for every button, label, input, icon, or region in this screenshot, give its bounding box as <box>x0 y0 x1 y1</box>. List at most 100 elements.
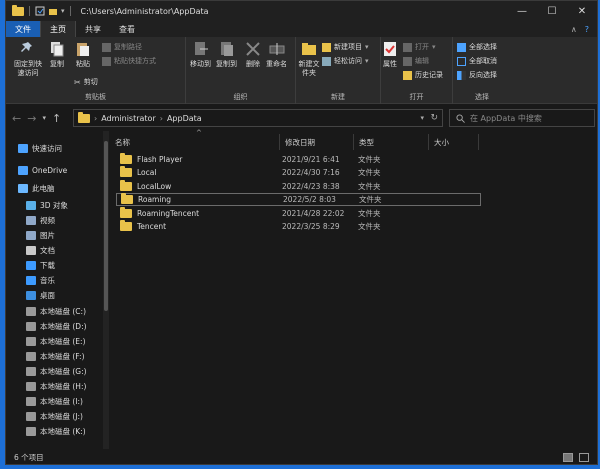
file-row[interactable]: Roaming 2022/5/2 8:03 文件夹 <box>116 193 481 207</box>
quick-access-dropdown-icon[interactable]: ▾ <box>61 7 65 15</box>
column-date[interactable]: 修改日期 <box>280 134 354 150</box>
nav-item-label: 本地磁盘 (C:) <box>40 307 86 316</box>
nav-item[interactable]: 本地磁盘 (I:) <box>26 394 83 409</box>
file-name: Roaming <box>138 195 171 205</box>
paste-shortcut-button[interactable]: 粘贴快捷方式 <box>102 56 156 66</box>
nav-item[interactable]: 本地磁盘 (F:) <box>26 349 85 364</box>
nav-item[interactable]: 本地磁盘 (K:) <box>26 424 86 439</box>
select-all-button[interactable]: 全部选择 <box>457 42 497 52</box>
tab-view[interactable]: 查看 <box>110 21 144 37</box>
file-row[interactable]: Local 2022/4/30 7:16 文件夹 <box>116 166 481 179</box>
nav-scrollbar[interactable] <box>103 131 109 449</box>
properties-quick-icon[interactable] <box>35 6 45 16</box>
paste-button[interactable]: 粘贴 <box>74 40 92 69</box>
cut-button[interactable]: ✂ 剪切 <box>74 77 98 87</box>
file-type: 文件夹 <box>358 181 381 191</box>
move-to-button[interactable]: 移动到 <box>190 40 211 69</box>
new-folder-button[interactable]: 新建文件夹 <box>296 40 322 78</box>
nav-item[interactable]: 本地磁盘 (D:) <box>26 319 87 334</box>
file-name-cell: Flash Player <box>116 153 282 164</box>
chevron-right-icon[interactable]: › <box>160 114 163 123</box>
copy-button[interactable]: 复制 <box>48 40 66 69</box>
breadcrumb-appdata[interactable]: AppData <box>167 114 202 123</box>
column-name[interactable]: 名称 <box>110 134 280 150</box>
nav-item-label: 桌面 <box>40 291 55 300</box>
address-bar[interactable]: › Administrator › AppData ▾ ↻ <box>73 109 443 127</box>
delete-button[interactable]: 删除 <box>244 40 262 69</box>
organize-group: 移动到 复制到 删除 重命名 组织 <box>186 37 296 104</box>
copy-path-button[interactable]: 复制路径 <box>102 42 142 52</box>
help-icon[interactable]: ? <box>585 25 589 34</box>
details-view-icon[interactable] <box>563 452 573 462</box>
history-button[interactable]: 历史记录 <box>403 70 443 80</box>
select-none-button[interactable]: 全部取消 <box>457 56 497 66</box>
nav-item[interactable]: OneDrive <box>18 163 67 178</box>
nav-item[interactable]: 3D 对象 <box>26 198 68 213</box>
nav-item[interactable]: 文档 <box>26 243 55 258</box>
paste-icon <box>77 43 89 56</box>
file-row[interactable]: LocalLow 2022/4/23 8:38 文件夹 <box>116 179 481 193</box>
maximize-button[interactable]: ☐ <box>537 1 567 21</box>
nav-item[interactable]: 音乐 <box>26 273 55 288</box>
pc-icon <box>18 184 28 193</box>
file-name: RoamingTencent <box>137 208 200 218</box>
nav-item[interactable]: 下载 <box>26 258 55 273</box>
nav-item-label: 音乐 <box>40 276 55 285</box>
nav-item-label: 本地磁盘 (G:) <box>40 367 87 376</box>
copy-to-button[interactable]: 复制到 <box>216 40 237 69</box>
nav-item[interactable]: 本地磁盘 (J:) <box>26 409 83 424</box>
file-row[interactable]: RoamingTencent 2021/4/28 22:02 文件夹 <box>116 206 481 220</box>
select-none-label: 全部取消 <box>469 57 497 65</box>
properties-button[interactable]: 属性 <box>381 40 399 69</box>
nav-item[interactable]: 视频 <box>26 213 55 228</box>
nav-item[interactable]: 本地磁盘 (C:) <box>26 304 86 319</box>
column-size[interactable]: 大小 <box>429 134 479 150</box>
file-row[interactable]: Tencent 2022/3/25 8:29 文件夹 <box>116 220 481 233</box>
nav-item[interactable]: 此电脑 <box>18 181 55 196</box>
new-item-button[interactable]: 新建项目 ▾ <box>322 42 369 52</box>
nav-item[interactable]: 本地磁盘 (H:) <box>26 379 86 394</box>
nav-item[interactable]: 图片 <box>26 228 55 243</box>
invert-selection-button[interactable]: 反向选择 <box>457 70 497 80</box>
file-name: Local <box>137 168 157 178</box>
cut-label: 剪切 <box>83 78 98 86</box>
edit-button[interactable]: 编辑 <box>403 56 429 66</box>
large-icons-view-icon[interactable] <box>579 452 589 462</box>
nav-item-label: 本地磁盘 (F:) <box>40 352 85 361</box>
close-button[interactable]: ✕ <box>567 1 597 21</box>
nav-scrollbar-thumb[interactable] <box>104 141 108 311</box>
explorer-window: ▾ C:\Users\Administrator\AppData — ☐ ✕ 文… <box>5 0 598 465</box>
recent-locations-icon[interactable]: ▾ <box>42 114 46 122</box>
nav-item[interactable]: 本地磁盘 (E:) <box>26 334 86 349</box>
document-icon <box>26 246 36 255</box>
file-name: Tencent <box>137 222 167 231</box>
file-name-cell: Local <box>116 166 282 178</box>
nav-item[interactable]: 本地磁盘 (G:) <box>26 364 87 379</box>
tab-share[interactable]: 共享 <box>76 21 110 37</box>
nav-item[interactable]: 快速访问 <box>18 141 62 156</box>
chevron-right-icon[interactable]: › <box>94 114 97 123</box>
file-list: ^ 名称 修改日期 类型 大小 Flash Player 2021/9/21 6:… <box>110 129 597 449</box>
new-folder-quick-icon[interactable] <box>48 6 58 16</box>
column-type[interactable]: 类型 <box>354 134 429 150</box>
tab-file[interactable]: 文件 <box>6 21 40 37</box>
search-box[interactable] <box>449 109 595 127</box>
easy-access-button[interactable]: 轻松访问 ▾ <box>322 56 369 66</box>
rename-button[interactable]: 重命名 <box>266 40 287 69</box>
file-row[interactable]: Flash Player 2021/9/21 6:41 文件夹 <box>116 153 481 166</box>
search-input[interactable] <box>470 113 590 123</box>
chevron-down-icon: ▾ <box>365 43 369 51</box>
refresh-icon[interactable]: ↻ <box>430 113 438 123</box>
up-arrow-icon[interactable]: ↑ <box>52 112 61 125</box>
nav-item[interactable]: 桌面 <box>26 288 55 303</box>
pin-quick-access-button[interactable]: 固定到快速访问 <box>10 40 46 78</box>
address-dropdown-icon[interactable]: ▾ <box>420 114 424 122</box>
tab-home[interactable]: 主页 <box>40 21 76 37</box>
back-arrow-icon[interactable]: ← <box>12 112 21 125</box>
drive-icon <box>26 397 36 406</box>
minimize-button[interactable]: — <box>507 1 537 21</box>
forward-arrow-icon[interactable]: → <box>27 112 36 125</box>
breadcrumb-administrator[interactable]: Administrator <box>101 114 156 123</box>
open-button[interactable]: 打开 ▾ <box>403 42 436 52</box>
collapse-ribbon-icon[interactable]: ∧ <box>571 25 577 34</box>
